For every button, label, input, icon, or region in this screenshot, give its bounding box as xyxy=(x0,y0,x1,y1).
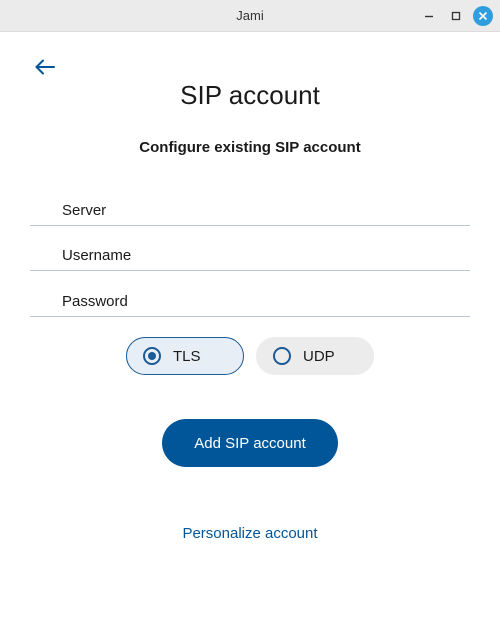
app-window: Jami SIP account Configure existing SIP … xyxy=(0,0,500,632)
radio-dot xyxy=(148,352,156,360)
server-field[interactable] xyxy=(30,196,470,226)
back-button[interactable] xyxy=(30,53,60,81)
title-bar[interactable]: Jami xyxy=(0,0,500,32)
minimize-icon xyxy=(425,15,433,18)
page-subtitle: Configure existing SIP account xyxy=(139,139,361,156)
close-button[interactable] xyxy=(473,6,493,26)
udp-label: UDP xyxy=(303,347,335,365)
page-title: SIP account xyxy=(180,80,320,110)
minimize-button[interactable] xyxy=(419,6,439,26)
transport-option-tls[interactable]: TLS xyxy=(126,337,244,375)
username-field[interactable] xyxy=(30,241,470,271)
maximize-button[interactable] xyxy=(446,6,466,26)
personalize-account-link-row: Personalize account xyxy=(0,525,500,542)
password-field[interactable] xyxy=(30,287,470,317)
server-input[interactable] xyxy=(62,196,462,224)
radio-selected-icon[interactable] xyxy=(143,347,161,365)
add-sip-account-button[interactable]: Add SIP account xyxy=(162,419,338,467)
maximize-icon xyxy=(451,11,461,21)
arrow-left-icon xyxy=(35,59,55,75)
tls-label: TLS xyxy=(173,347,201,365)
password-input[interactable] xyxy=(62,287,462,315)
username-input[interactable] xyxy=(62,241,462,269)
radio-unselected-icon[interactable] xyxy=(273,347,291,365)
transport-option-udp[interactable]: UDP xyxy=(256,337,374,375)
close-icon xyxy=(478,11,488,21)
personalize-account-link[interactable]: Personalize account xyxy=(182,525,317,542)
